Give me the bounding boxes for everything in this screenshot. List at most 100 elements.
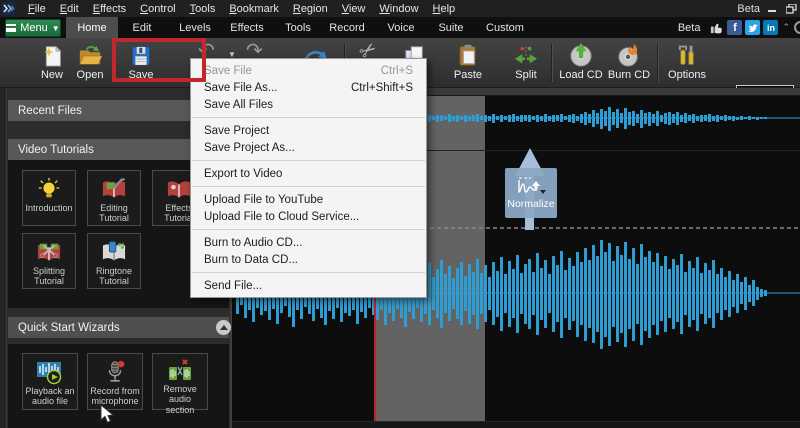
open-folder-icon — [77, 42, 103, 68]
paste-button-label: Paste — [454, 69, 482, 81]
book-fx-icon — [165, 175, 193, 203]
menubar-item-view[interactable]: View — [335, 3, 373, 15]
menu-item-upload-file-to-cloud-service[interactable]: Upload File to Cloud Service... — [191, 208, 426, 225]
menubar-item-control[interactable]: Control — [133, 3, 182, 15]
tab-home[interactable]: Home — [66, 17, 118, 38]
app-icon — [2, 2, 15, 15]
tile-introduction[interactable]: Introduction — [22, 170, 76, 226]
tile-label: Editing Tutorial — [88, 203, 140, 224]
menubar-item-help[interactable]: Help — [426, 3, 463, 15]
tile-ringtone-tutorial[interactable]: Ringtone Tutorial — [87, 233, 141, 289]
annotation-highlight-box — [112, 38, 206, 82]
load-cd-icon — [568, 42, 594, 68]
save-dropdown-menu: Save FileCtrl+S Save File As... Ctrl+Shift… — [190, 58, 427, 298]
menu-item-burn-to-data-cd[interactable]: Burn to Data CD... — [191, 251, 426, 268]
menu-item-label: Export to Video — [204, 168, 282, 180]
menu-item-label: Save File — [204, 65, 252, 77]
menu-button[interactable]: Menu ▼ — [5, 19, 61, 37]
tile-editing-tutorial[interactable]: Editing Tutorial — [87, 170, 141, 226]
remove-section-icon — [166, 358, 194, 384]
tab-levels[interactable]: Levels — [171, 17, 219, 38]
split-icon — [513, 42, 539, 68]
menu-item-save-all-files[interactable]: Save All Files — [191, 96, 426, 113]
new-button-label: New — [41, 69, 63, 81]
tile-label: Remove audio section — [153, 384, 207, 415]
menu-item-upload-file-to-youtube[interactable]: Upload File to YouTube — [191, 191, 426, 208]
toolbar-separator — [657, 44, 659, 82]
tile-record-from-microphone[interactable]: Record from microphone — [87, 353, 143, 410]
load-cd-button[interactable]: Load CD — [558, 42, 604, 81]
expand-caret-icon[interactable]: ⌃ — [782, 22, 790, 33]
microphone-icon — [102, 358, 128, 386]
wavepad-window: FileEditEffectsControlToolsBookmarkRegio… — [0, 0, 800, 428]
menu-item-label: Burn to Audio CD... — [204, 237, 302, 249]
open-button[interactable]: Open — [68, 42, 112, 81]
tabrow-beta-label: Beta — [678, 22, 701, 34]
burn-cd-icon — [616, 42, 642, 68]
options-button[interactable]: Options — [664, 42, 710, 81]
collapse-section-button[interactable] — [216, 320, 231, 335]
tab-effects[interactable]: Effects — [223, 17, 271, 38]
menu-item-save-project[interactable]: Save Project — [191, 122, 426, 139]
normalize-label: Normalize — [507, 198, 554, 210]
paste-button[interactable]: Paste — [446, 42, 490, 81]
tab-record[interactable]: Record — [323, 17, 371, 38]
quick-start-wizards-header[interactable]: Quick Start Wizards — [8, 317, 229, 338]
tab-custom[interactable]: Custom — [481, 17, 529, 38]
split-button[interactable]: Split — [504, 42, 548, 81]
menubar-item-file[interactable]: File — [21, 3, 53, 15]
hamburger-icon — [6, 24, 16, 32]
facebook-icon[interactable]: f — [727, 20, 742, 35]
split-button-label: Split — [515, 69, 536, 81]
menubar-item-effects[interactable]: Effects — [86, 3, 133, 15]
linkedin-icon[interactable]: in — [763, 20, 778, 35]
menu-item-send-file[interactable]: Send File... — [191, 277, 426, 294]
tile-label: Ringtone Tutorial — [88, 266, 140, 287]
menu-item-label: Save Project — [204, 125, 269, 137]
tab-suite[interactable]: Suite — [429, 17, 473, 38]
waveform-play-icon — [35, 358, 65, 386]
titlebar-beta-label: Beta — [737, 3, 760, 15]
options-label: Options — [668, 69, 706, 81]
tab-edit[interactable]: Edit — [120, 17, 164, 38]
tile-remove-audio-section[interactable]: Remove audio section — [152, 353, 208, 410]
ribbon-tab-bar: Menu ▼ HomeEdit LevelsEffectsToolsRecord V… — [0, 17, 800, 38]
menu-item-save-project-as[interactable]: Save Project As... — [191, 139, 426, 156]
bulb-icon — [36, 175, 62, 203]
restore-button[interactable] — [785, 3, 798, 15]
menu-item-save-file-as[interactable]: Save File As... Ctrl+Shift+S — [191, 79, 426, 96]
title-bar: FileEditEffectsControlToolsBookmarkRegio… — [0, 0, 800, 17]
quick-start-wizards-label: Quick Start Wizards — [18, 322, 120, 334]
tab-tools[interactable]: Tools — [276, 17, 320, 38]
menu-item-export-to-video[interactable]: Export to Video — [191, 165, 426, 182]
burn-cd-button[interactable]: Burn CD — [606, 42, 652, 81]
chevron-down-icon: ▼ — [52, 24, 60, 33]
menu-item-burn-to-audio-cd[interactable]: Burn to Audio CD... — [191, 234, 426, 251]
menu-item-save-file: Save FileCtrl+S — [191, 62, 426, 79]
tile-label: Splitting Tutorial — [23, 266, 75, 287]
open-button-label: Open — [77, 69, 104, 81]
burn-cd-label: Burn CD — [608, 69, 650, 81]
menu-item-label: Upload File to Cloud Service... — [204, 211, 359, 223]
menu-item-label: Upload File to YouTube — [204, 194, 323, 206]
menubar-item-edit[interactable]: Edit — [53, 3, 86, 15]
tab-voice[interactable]: Voice — [379, 17, 423, 38]
normalize-button[interactable]: Normalize — [505, 168, 557, 218]
menubar-item-region[interactable]: Region — [286, 3, 335, 15]
like-icon[interactable] — [709, 20, 724, 35]
tile-label: Introduction — [23, 203, 74, 213]
new-file-icon — [41, 42, 64, 68]
menu-item-label: Save File As... — [204, 82, 278, 94]
menu-item-shortcut: Ctrl+Shift+S — [351, 82, 413, 94]
menu-item-label: Save Project As... — [204, 142, 295, 154]
menubar-item-tools[interactable]: Tools — [183, 3, 223, 15]
tile-playback-an-audio-file[interactable]: Playback an audio file — [22, 353, 78, 410]
menu-item-label: Burn to Data CD... — [204, 254, 298, 266]
twitter-icon[interactable] — [745, 20, 760, 35]
tile-splitting-tutorial[interactable]: Splitting Tutorial — [22, 233, 76, 289]
minimize-button[interactable] — [766, 3, 779, 15]
triangle-up-icon — [220, 325, 228, 330]
book-ringtone-icon — [100, 238, 128, 266]
menubar-item-window[interactable]: Window — [372, 3, 425, 15]
menubar-item-bookmark[interactable]: Bookmark — [222, 3, 286, 15]
